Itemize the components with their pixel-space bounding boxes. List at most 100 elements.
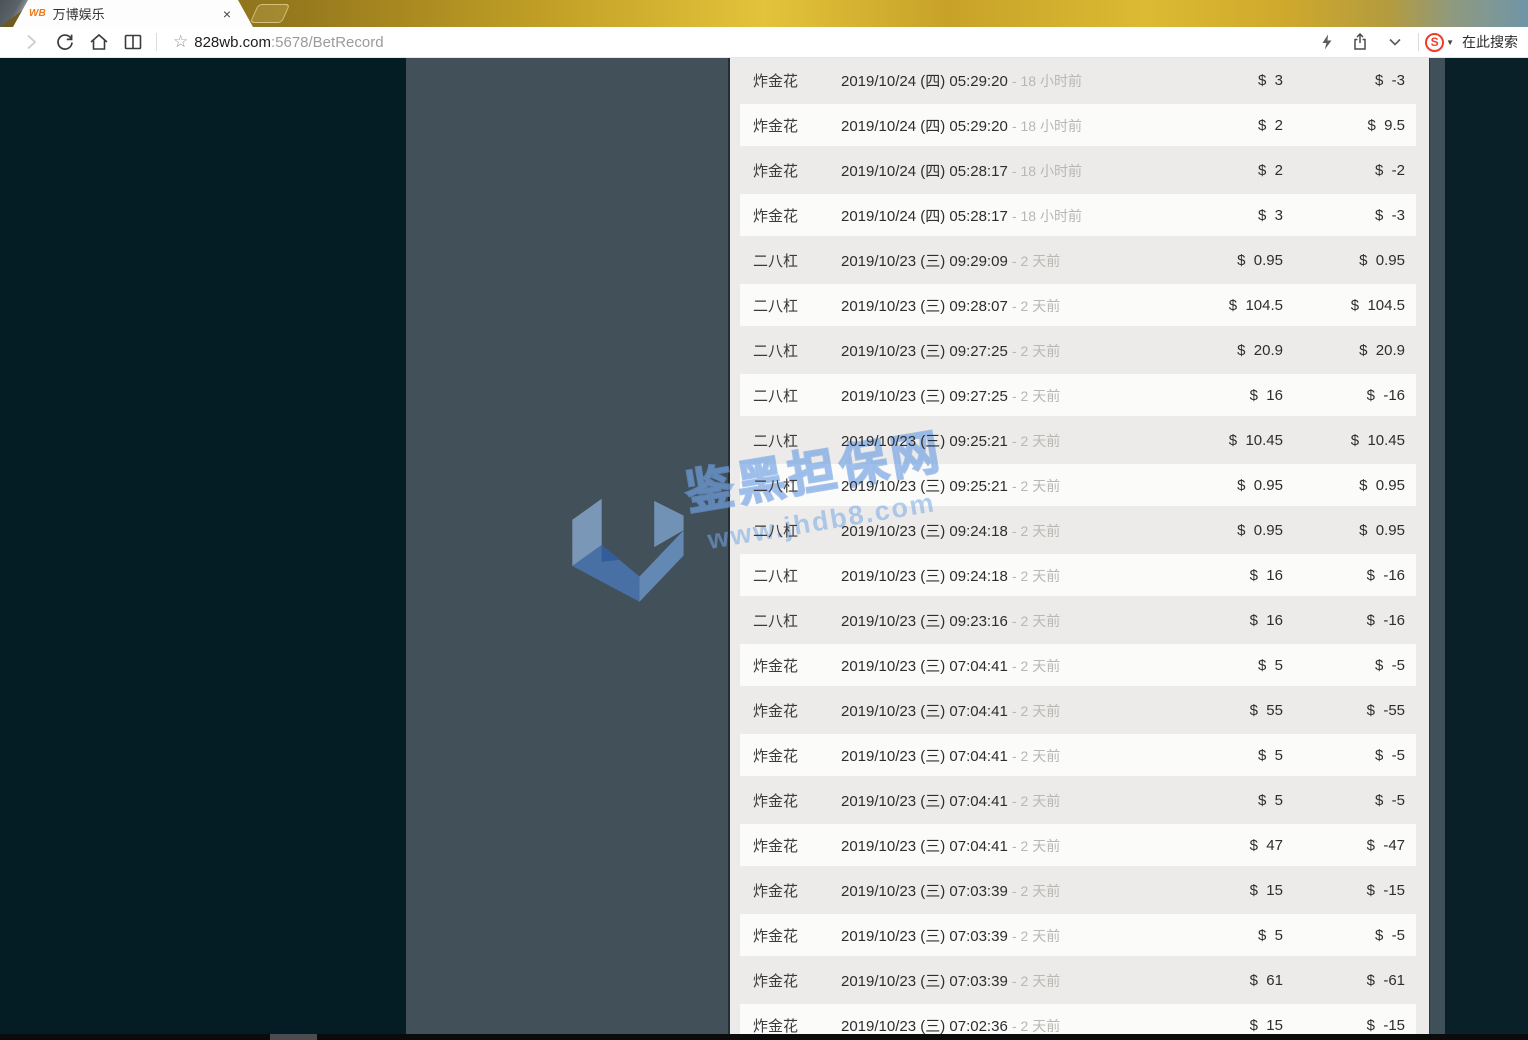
cell-game-name: 二八杠 <box>753 568 799 585</box>
right-dark-panel <box>1445 58 1528 1034</box>
toolbar-more-button[interactable] <box>1378 28 1412 56</box>
cell-relative-time: - 2 天前 <box>1011 433 1061 449</box>
tab-close-icon[interactable]: × <box>223 7 231 21</box>
bet-row: 炸金花 2019/10/23 (三) 07:04:41 - 2 天前 $ 5 $ -5 <box>730 733 1429 778</box>
cell-win-loss: $ -3 <box>1374 207 1405 224</box>
page-content: 炸金花 2019/10/24 (四) 05:29:20 - 18 小时前 $ 3 $ … <box>0 58 1528 1034</box>
cell-datetime: 2019/10/23 (三) 07:03:39 - 2 天前 <box>841 928 1061 945</box>
cell-win-loss: $ -55 <box>1366 702 1405 719</box>
cell-bet-amount: $ 5 <box>1257 747 1283 764</box>
cell-relative-time: - 2 天前 <box>1011 748 1061 764</box>
cell-win-loss: $ -16 <box>1366 387 1405 404</box>
cell-game-name: 炸金花 <box>753 658 799 675</box>
cell-relative-time: - 2 天前 <box>1011 298 1061 314</box>
cell-datetime: 2019/10/23 (三) 09:24:18 - 2 天前 <box>841 568 1061 585</box>
cell-datetime: 2019/10/23 (三) 09:24:18 - 2 天前 <box>841 523 1061 540</box>
cell-win-loss: $ 9.5 <box>1367 117 1405 134</box>
url-path: :5678/BetRecord <box>270 33 384 51</box>
cell-bet-amount: $ 0.95 <box>1237 522 1283 539</box>
cell-datetime: 2019/10/24 (四) 05:29:20 - 18 小时前 <box>841 73 1082 90</box>
horizontal-scrollbar-thumb[interactable] <box>270 1034 317 1040</box>
home-button[interactable] <box>82 28 116 56</box>
cell-game-name: 炸金花 <box>753 883 799 900</box>
cell-bet-amount: $ 2 <box>1257 117 1283 134</box>
tab-bar: WB 万博娱乐 × <box>0 0 1528 27</box>
bet-row: 炸金花 2019/10/23 (三) 07:04:41 - 2 天前 $ 5 $ -5 <box>730 778 1429 823</box>
cell-win-loss: $ -5 <box>1374 657 1405 674</box>
cell-win-loss: $ 10.45 <box>1350 432 1405 449</box>
refresh-button[interactable] <box>48 28 82 56</box>
cell-bet-amount: $ 16 <box>1249 567 1283 584</box>
chevron-down-icon <box>1389 38 1401 46</box>
favorites-star-icon[interactable]: ☆ <box>173 32 188 52</box>
cell-bet-amount: $ 0.95 <box>1237 252 1283 269</box>
cell-win-loss: $ 104.5 <box>1350 297 1405 314</box>
cell-bet-amount: $ 3 <box>1257 207 1283 224</box>
cell-datetime: 2019/10/23 (三) 09:27:25 - 2 天前 <box>841 388 1061 405</box>
cell-win-loss: $ 0.95 <box>1359 477 1405 494</box>
bet-row: 二八杠 2019/10/23 (三) 09:25:21 - 2 天前 $ 0.95 $… <box>730 463 1429 508</box>
sogou-caret-icon[interactable]: ▼ <box>1446 38 1454 47</box>
cell-bet-amount: $ 16 <box>1249 612 1283 629</box>
flash-permission-button[interactable] <box>1310 28 1344 56</box>
bet-row: 炸金花 2019/10/23 (三) 07:03:39 - 2 天前 $ 15 $ -… <box>730 868 1429 913</box>
bet-row: 二八杠 2019/10/23 (三) 09:23:16 - 2 天前 $ 16 $ -… <box>730 598 1429 643</box>
bet-record-table: 炸金花 2019/10/24 (四) 05:29:20 - 18 小时前 $ 3 $ … <box>728 58 1429 1034</box>
cell-win-loss: $ -15 <box>1366 882 1405 899</box>
url-text[interactable]: 828wb.com:5678/BetRecord <box>194 34 383 51</box>
url-host: 828wb.com <box>194 33 271 51</box>
forward-button[interactable] <box>14 28 48 56</box>
cell-game-name: 炸金花 <box>753 703 799 720</box>
share-button[interactable] <box>1344 28 1378 56</box>
cell-relative-time: - 18 小时前 <box>1011 73 1082 89</box>
bet-rows-container: 炸金花 2019/10/24 (四) 05:29:20 - 18 小时前 $ 3 $ … <box>730 58 1429 1034</box>
bet-row: 炸金花 2019/10/24 (四) 05:29:20 - 18 小时前 $ 3 $ … <box>730 58 1429 103</box>
cell-datetime: 2019/10/23 (三) 07:02:36 - 2 天前 <box>841 1018 1061 1034</box>
bet-row: 二八杠 2019/10/23 (三) 09:24:18 - 2 天前 $ 0.95 $… <box>730 508 1429 553</box>
forward-chevron-icon <box>27 34 37 50</box>
bet-row: 二八杠 2019/10/23 (三) 09:27:25 - 2 天前 $ 20.9 $… <box>730 328 1429 373</box>
cell-bet-amount: $ 15 <box>1249 882 1283 899</box>
cell-win-loss: $ -5 <box>1374 792 1405 809</box>
cell-relative-time: - 2 天前 <box>1011 613 1061 629</box>
cell-game-name: 炸金花 <box>753 928 799 945</box>
cell-datetime: 2019/10/24 (四) 05:28:17 - 18 小时前 <box>841 163 1082 180</box>
bet-row: 炸金花 2019/10/23 (三) 07:04:41 - 2 天前 $ 5 $ -5 <box>730 643 1429 688</box>
cell-relative-time: - 2 天前 <box>1011 388 1061 404</box>
cell-game-name: 二八杠 <box>753 613 799 630</box>
cell-game-name: 二八杠 <box>753 433 799 450</box>
cell-win-loss: $ -2 <box>1374 162 1405 179</box>
cell-datetime: 2019/10/23 (三) 09:23:16 - 2 天前 <box>841 613 1061 630</box>
home-icon <box>90 33 108 50</box>
browser-tab[interactable]: WB 万博娱乐 × <box>13 0 253 27</box>
search-here-label[interactable]: 在此搜索 <box>1462 32 1522 52</box>
new-tab-button[interactable] <box>249 4 291 23</box>
bet-row: 炸金花 2019/10/23 (三) 07:03:39 - 2 天前 $ 61 $ -… <box>730 958 1429 1003</box>
lightning-icon <box>1322 34 1332 50</box>
cell-win-loss: $ 0.95 <box>1359 522 1405 539</box>
cell-game-name: 炸金花 <box>753 163 799 180</box>
sogou-search-icon[interactable]: S <box>1425 32 1445 52</box>
browser-toolbar: ☆ 828wb.com:5678/BetRecord S ▼ 在此搜索 <box>0 27 1528 58</box>
left-dark-panel <box>0 58 406 1034</box>
cell-game-name: 二八杠 <box>753 523 799 540</box>
cell-win-loss: $ 0.95 <box>1359 252 1405 269</box>
cell-bet-amount: $ 10.45 <box>1228 432 1283 449</box>
cell-game-name: 二八杠 <box>753 253 799 270</box>
horizontal-scrollbar[interactable] <box>0 1034 1528 1040</box>
cell-relative-time: - 2 天前 <box>1011 343 1061 359</box>
reading-list-button[interactable] <box>116 28 150 56</box>
cell-bet-amount: $ 55 <box>1249 702 1283 719</box>
cell-relative-time: - 2 天前 <box>1011 883 1061 899</box>
cell-game-name: 炸金花 <box>753 73 799 90</box>
right-slate-strip <box>1429 58 1445 1034</box>
toolbar-separator <box>1418 33 1420 51</box>
cell-bet-amount: $ 5 <box>1257 792 1283 809</box>
cell-game-name: 炸金花 <box>753 208 799 225</box>
bet-row: 炸金花 2019/10/24 (四) 05:28:17 - 18 小时前 $ 3 $ … <box>730 193 1429 238</box>
cell-win-loss: $ -16 <box>1366 612 1405 629</box>
cell-datetime: 2019/10/24 (四) 05:29:20 - 18 小时前 <box>841 118 1082 135</box>
cell-datetime: 2019/10/23 (三) 09:29:09 - 2 天前 <box>841 253 1061 270</box>
cell-datetime: 2019/10/23 (三) 09:28:07 - 2 天前 <box>841 298 1061 315</box>
cell-bet-amount: $ 0.95 <box>1237 477 1283 494</box>
